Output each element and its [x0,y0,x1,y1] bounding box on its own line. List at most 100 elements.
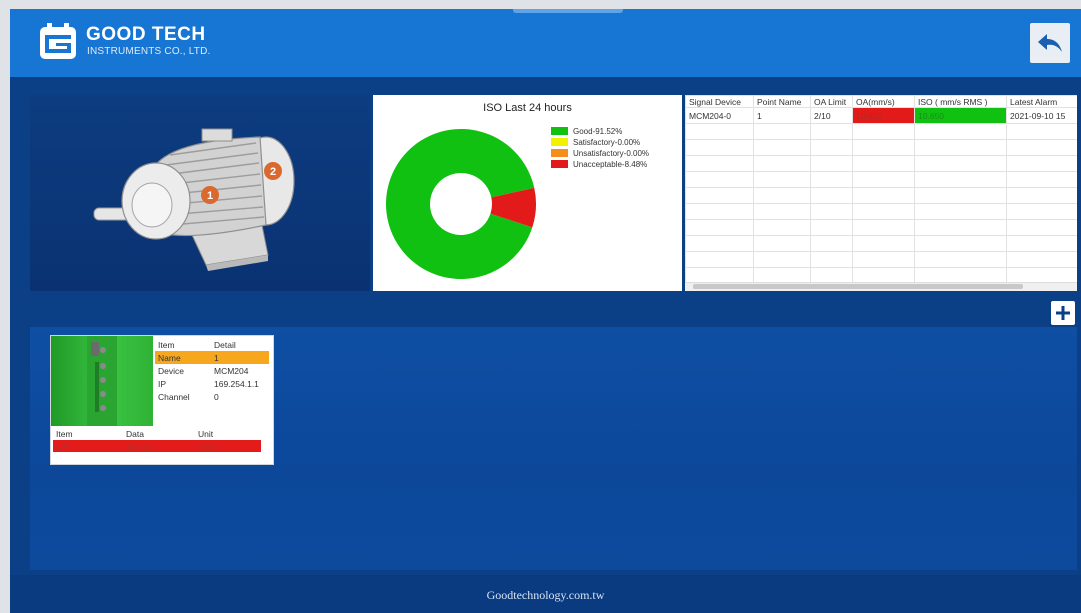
table-cell-empty [753,219,811,236]
horizontal-scrollbar[interactable] [685,282,1077,291]
info-detail: MCM204 [214,365,249,376]
table-cell-empty [852,203,915,220]
table-cell-empty [914,187,1007,204]
table-row-empty [685,203,1077,220]
column-header-latest-alarm[interactable]: Latest Alarm [1006,95,1077,108]
table-row-empty [685,235,1077,252]
motor-illustration: 1 2 [93,128,295,271]
brand-name: GOOD TECH [86,24,206,45]
table-cell-empty [1006,251,1077,268]
sensor-marker-2-label: 2 [270,166,276,178]
add-button[interactable] [1051,301,1075,325]
table-cell-empty [852,251,915,268]
table-cell-empty [914,171,1007,188]
table-row[interactable]: MCM204-0 1 2/10 10.652 10.650 2021-09-10… [685,107,1077,124]
table-cell-empty [753,171,811,188]
table-cell-empty [685,155,754,172]
legend-swatch-unacceptable [551,160,568,168]
column-header-signal-device[interactable]: Signal Device [685,95,754,108]
table-cell-empty [685,171,754,188]
iso-donut-chart [386,129,536,279]
cell-alarm: 2021-09-10 15 [1006,107,1077,124]
table-cell-empty [753,251,811,268]
table-cell-empty [914,123,1007,140]
info-detail: 0 [214,391,219,402]
signal-table: Signal Device Point Name OA Limit OA(mm/… [685,95,1077,284]
table-row-empty [685,187,1077,204]
table-cell-empty [810,187,853,204]
table-cell-empty [685,251,754,268]
column-header-iso[interactable]: ISO ( mm/s RMS ) [914,95,1007,108]
table-cell-empty [914,203,1007,220]
header-bar: GOOD TECH INSTRUMENTS CO., LTD. [10,9,1081,77]
table-cell-empty [1006,139,1077,156]
table-cell-empty [810,251,853,268]
legend-label-satisfactory: Satisfactory-0.00% [573,137,641,147]
info-row-name: Name 1 [155,351,269,364]
table-cell-empty [685,139,754,156]
table-row-empty [685,155,1077,172]
data-value: 10.652 [123,440,195,452]
device-hardware-image [87,336,117,426]
column-header-oa-limit[interactable]: OA Limit [810,95,853,108]
data-unit: mm/s [195,440,261,452]
info-item: Channel [158,391,190,402]
table-cell-empty [753,187,811,204]
cell-oa: 10.652 [852,107,915,124]
table-cell-empty [685,235,754,252]
legend-swatch-satisfactory [551,138,568,146]
legend-item: Unsatisfactory-0.00% [551,148,649,158]
info-detail: 169.254.1.1 [214,378,259,389]
info-row-device: Device MCM204 [155,364,269,377]
device-image [51,336,153,426]
device-info-table: Item Detail Name 1 Device MCM204 IP 169.… [155,338,269,403]
info-item: Name [155,351,211,364]
device-panel: Item Detail Name 1 Device MCM204 IP 169.… [30,327,1077,570]
data-header-unit: Unit [198,429,214,439]
table-cell-empty [753,155,811,172]
table-cell-empty [1006,219,1077,236]
table-cell-empty [810,155,853,172]
table-cell-empty [914,155,1007,172]
legend-item: Satisfactory-0.00% [551,137,649,147]
footer-text: Goodtechnology.com.tw [486,588,605,602]
table-cell-empty [1006,155,1077,172]
legend-label-unacceptable: Unacceptable-8.48% [573,159,648,169]
table-cell-empty [810,219,853,236]
top-handle[interactable] [513,9,623,13]
table-cell-empty [753,203,811,220]
table-cell-empty [810,123,853,140]
table-cell-empty [1006,235,1077,252]
table-cell-empty [685,203,754,220]
info-header-detail: Detail [214,339,236,350]
table-cell-empty [852,155,915,172]
legend-label-good: Good-91.52% [573,126,623,136]
column-header-point-name[interactable]: Point Name [753,95,811,108]
table-cell-empty [685,187,754,204]
data-row[interactable]: OA 10.652 mm/s [53,440,261,452]
table-cell-empty [914,235,1007,252]
footer-bar: Goodtechnology.com.tw [10,575,1081,613]
good-tech-logo-icon [40,23,76,59]
device-data-table: Item Data Unit OA 10.652 mm/s [53,428,261,452]
data-item: OA [53,440,123,452]
back-button[interactable] [1030,23,1070,63]
table-row-empty [685,251,1077,268]
table-cell-empty [852,171,915,188]
table-cell-empty [852,235,915,252]
plus-icon [1056,306,1070,320]
column-header-oa[interactable]: OA(mm/s) [852,95,915,108]
legend-swatch-unsatisfactory [551,149,568,157]
table-cell-empty [753,235,811,252]
table-cell-empty [1006,187,1077,204]
data-header-item: Item [56,429,73,439]
legend-item: Unacceptable-8.48% [551,159,649,169]
cell-device: MCM204-0 [685,107,754,124]
info-item: Device [158,365,184,376]
scrollbar-thumb[interactable] [693,284,1023,289]
iso-chart-panel: ISO Last 24 hours Good-91.52% Satisfacto… [373,95,682,291]
table-row-empty [685,123,1077,140]
table-cell-empty [753,123,811,140]
table-cell-empty [810,203,853,220]
device-card[interactable]: Item Detail Name 1 Device MCM204 IP 169.… [50,335,274,465]
